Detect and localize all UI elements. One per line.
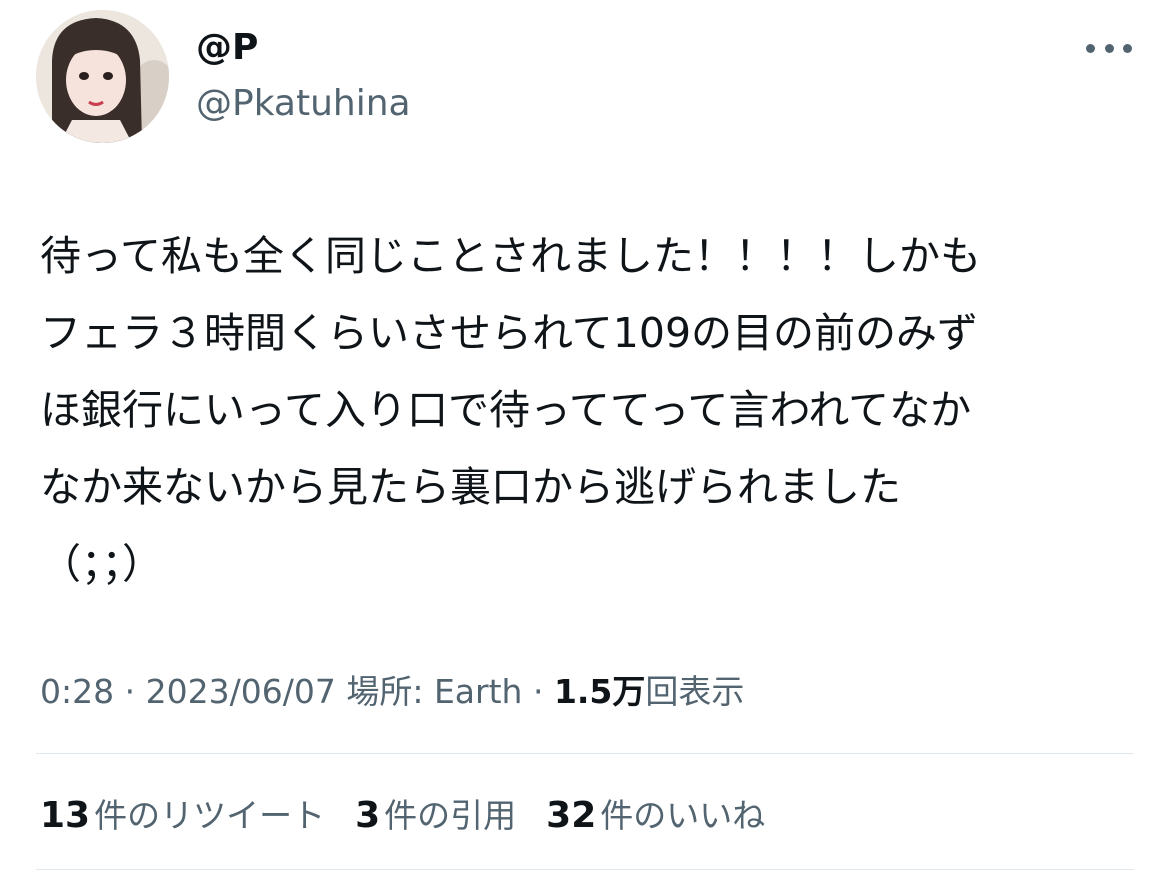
dot [1104, 43, 1114, 53]
meta-separator: · [532, 672, 544, 711]
views-count: 1.5万 [553, 672, 646, 711]
tweet-time[interactable]: 0:28 [40, 672, 114, 711]
likes-count: 32 [546, 795, 597, 836]
quotes-stat[interactable]: 3 件の引用 [355, 790, 516, 842]
user-handle[interactable]: @Pkatuhina [196, 82, 411, 126]
retweets-stat[interactable]: 13 件のリツイート [40, 790, 325, 842]
views-label: 回表示 [645, 672, 745, 711]
likes-label: 件のいいね [600, 796, 766, 835]
avatar[interactable] [36, 10, 169, 143]
likes-stat[interactable]: 32 件のいいね [546, 790, 765, 842]
tweet-text: 待って私も全く同じことされました！！！！しかも フェラ３時間くらいさせられて10… [40, 232, 981, 588]
more-horizontal-icon[interactable] [1086, 30, 1132, 66]
tweet-location: Earth [433, 672, 523, 711]
retweets-label: 件のリツイート [94, 796, 326, 835]
engagement-stats: 13 件のリツイート 3 件の引用 32 件のいいね [40, 790, 795, 842]
meta-separator: · [124, 672, 136, 711]
display-name[interactable]: @P [196, 26, 258, 70]
tweet-meta: 0:28 · 2023/06/07 場所: Earth · 1.5万回表示 [40, 664, 744, 720]
quotes-label: 件の引用 [384, 796, 517, 835]
quotes-count: 3 [355, 795, 381, 836]
retweets-count: 13 [40, 795, 91, 836]
dot [1086, 43, 1095, 53]
location-label: 場所: [346, 672, 424, 711]
divider [36, 869, 1134, 870]
dot [1123, 43, 1132, 53]
divider [36, 753, 1134, 754]
tweet-date[interactable]: 2023/06/07 [146, 672, 336, 711]
